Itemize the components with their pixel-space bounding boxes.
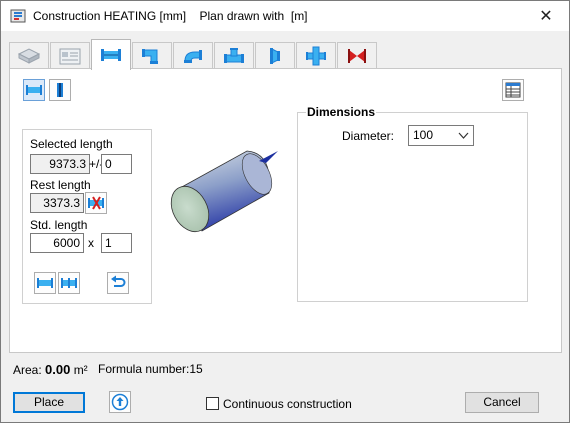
tab-slab[interactable] [9,42,49,69]
tab-strip [9,39,389,70]
horizontal-mode-button[interactable] [23,79,45,101]
insert-double-pipe-button[interactable] [58,272,80,294]
cross-icon [306,46,326,66]
rest-length-field: 3373.3 [30,193,84,213]
undo-button[interactable] [107,272,129,294]
diameter-select[interactable]: 100 [408,125,474,146]
tab-reducer[interactable] [255,42,295,69]
clear-rest-button[interactable] [85,192,107,214]
pipe-delete-icon [88,196,104,210]
reducer-icon [270,48,280,64]
app-icon [10,9,26,23]
info-button[interactable] [109,391,131,413]
circle-up-arrow-icon [111,393,129,411]
tolerance-field[interactable]: 0 [101,154,132,174]
straight-pipe-icon [101,49,121,61]
tab-elbow[interactable] [132,42,172,69]
formula-number: Formula number:15 [98,362,203,376]
form-icon [59,48,81,65]
tab-cross[interactable] [296,42,336,69]
diameter-value: 100 [413,128,434,142]
bend-icon [184,50,202,63]
horizontal-pipe-icon [26,85,42,95]
tab-straight-pipe[interactable] [91,39,131,70]
continuous-construction-checkbox[interactable] [206,397,219,410]
std-length-field[interactable]: 6000 [30,233,84,253]
window-title: Construction HEATING [mm] Plan drawn wit… [33,9,308,23]
title-bar: Construction HEATING [mm] Plan drawn wit… [1,1,569,31]
dimensions-title: Dimensions [306,105,377,119]
cancel-button[interactable]: Cancel [465,392,539,413]
table-view-button[interactable] [502,79,524,101]
close-button[interactable]: ✕ [523,1,569,31]
close-icon: ✕ [539,8,553,25]
diameter-label: Diameter: [342,129,395,143]
area-unit: m² [73,363,88,377]
pipe-preview-image [170,150,278,233]
slab-icon [17,48,41,64]
tab-form[interactable] [50,42,90,69]
selected-length-field: 9373.3 [30,154,90,174]
place-button[interactable]: Place [13,392,85,413]
continuous-construction-label: Continuous construction [223,397,352,411]
double-pipe-icon [61,278,77,288]
pipe-icon [37,278,53,288]
area-value: 0.00 [45,362,71,377]
rest-length-label: Rest length [30,178,91,192]
table-icon [505,82,521,98]
count-field[interactable]: 1 [101,233,132,253]
selected-length-label: Selected length [30,137,113,151]
length-group: Selected length 9373.3 +/- 0 Rest length… [22,129,152,304]
tab-bend[interactable] [173,42,213,69]
vertical-pipe-icon [57,83,63,97]
times-label: x [88,236,94,250]
elbow-icon [142,49,158,64]
area-label: Area: [13,363,42,377]
tab-tee[interactable] [214,42,254,69]
tee-icon [224,48,244,63]
undo-icon [111,275,126,287]
construction-panel: Selected length 9373.3 +/- 0 Rest length… [9,68,562,353]
vertical-mode-button[interactable] [49,79,71,101]
std-length-label: Std. length [30,218,88,232]
valve-icon [348,49,366,63]
insert-pipe-button[interactable] [34,272,56,294]
tab-valve[interactable] [337,42,377,69]
area-readout: Area: 0.00 m² [13,362,88,377]
chevron-down-icon [458,132,469,139]
dimensions-group: Dimensions Diameter: 100 [297,105,528,302]
construction-dialog: Construction HEATING [mm] Plan drawn wit… [0,0,570,423]
